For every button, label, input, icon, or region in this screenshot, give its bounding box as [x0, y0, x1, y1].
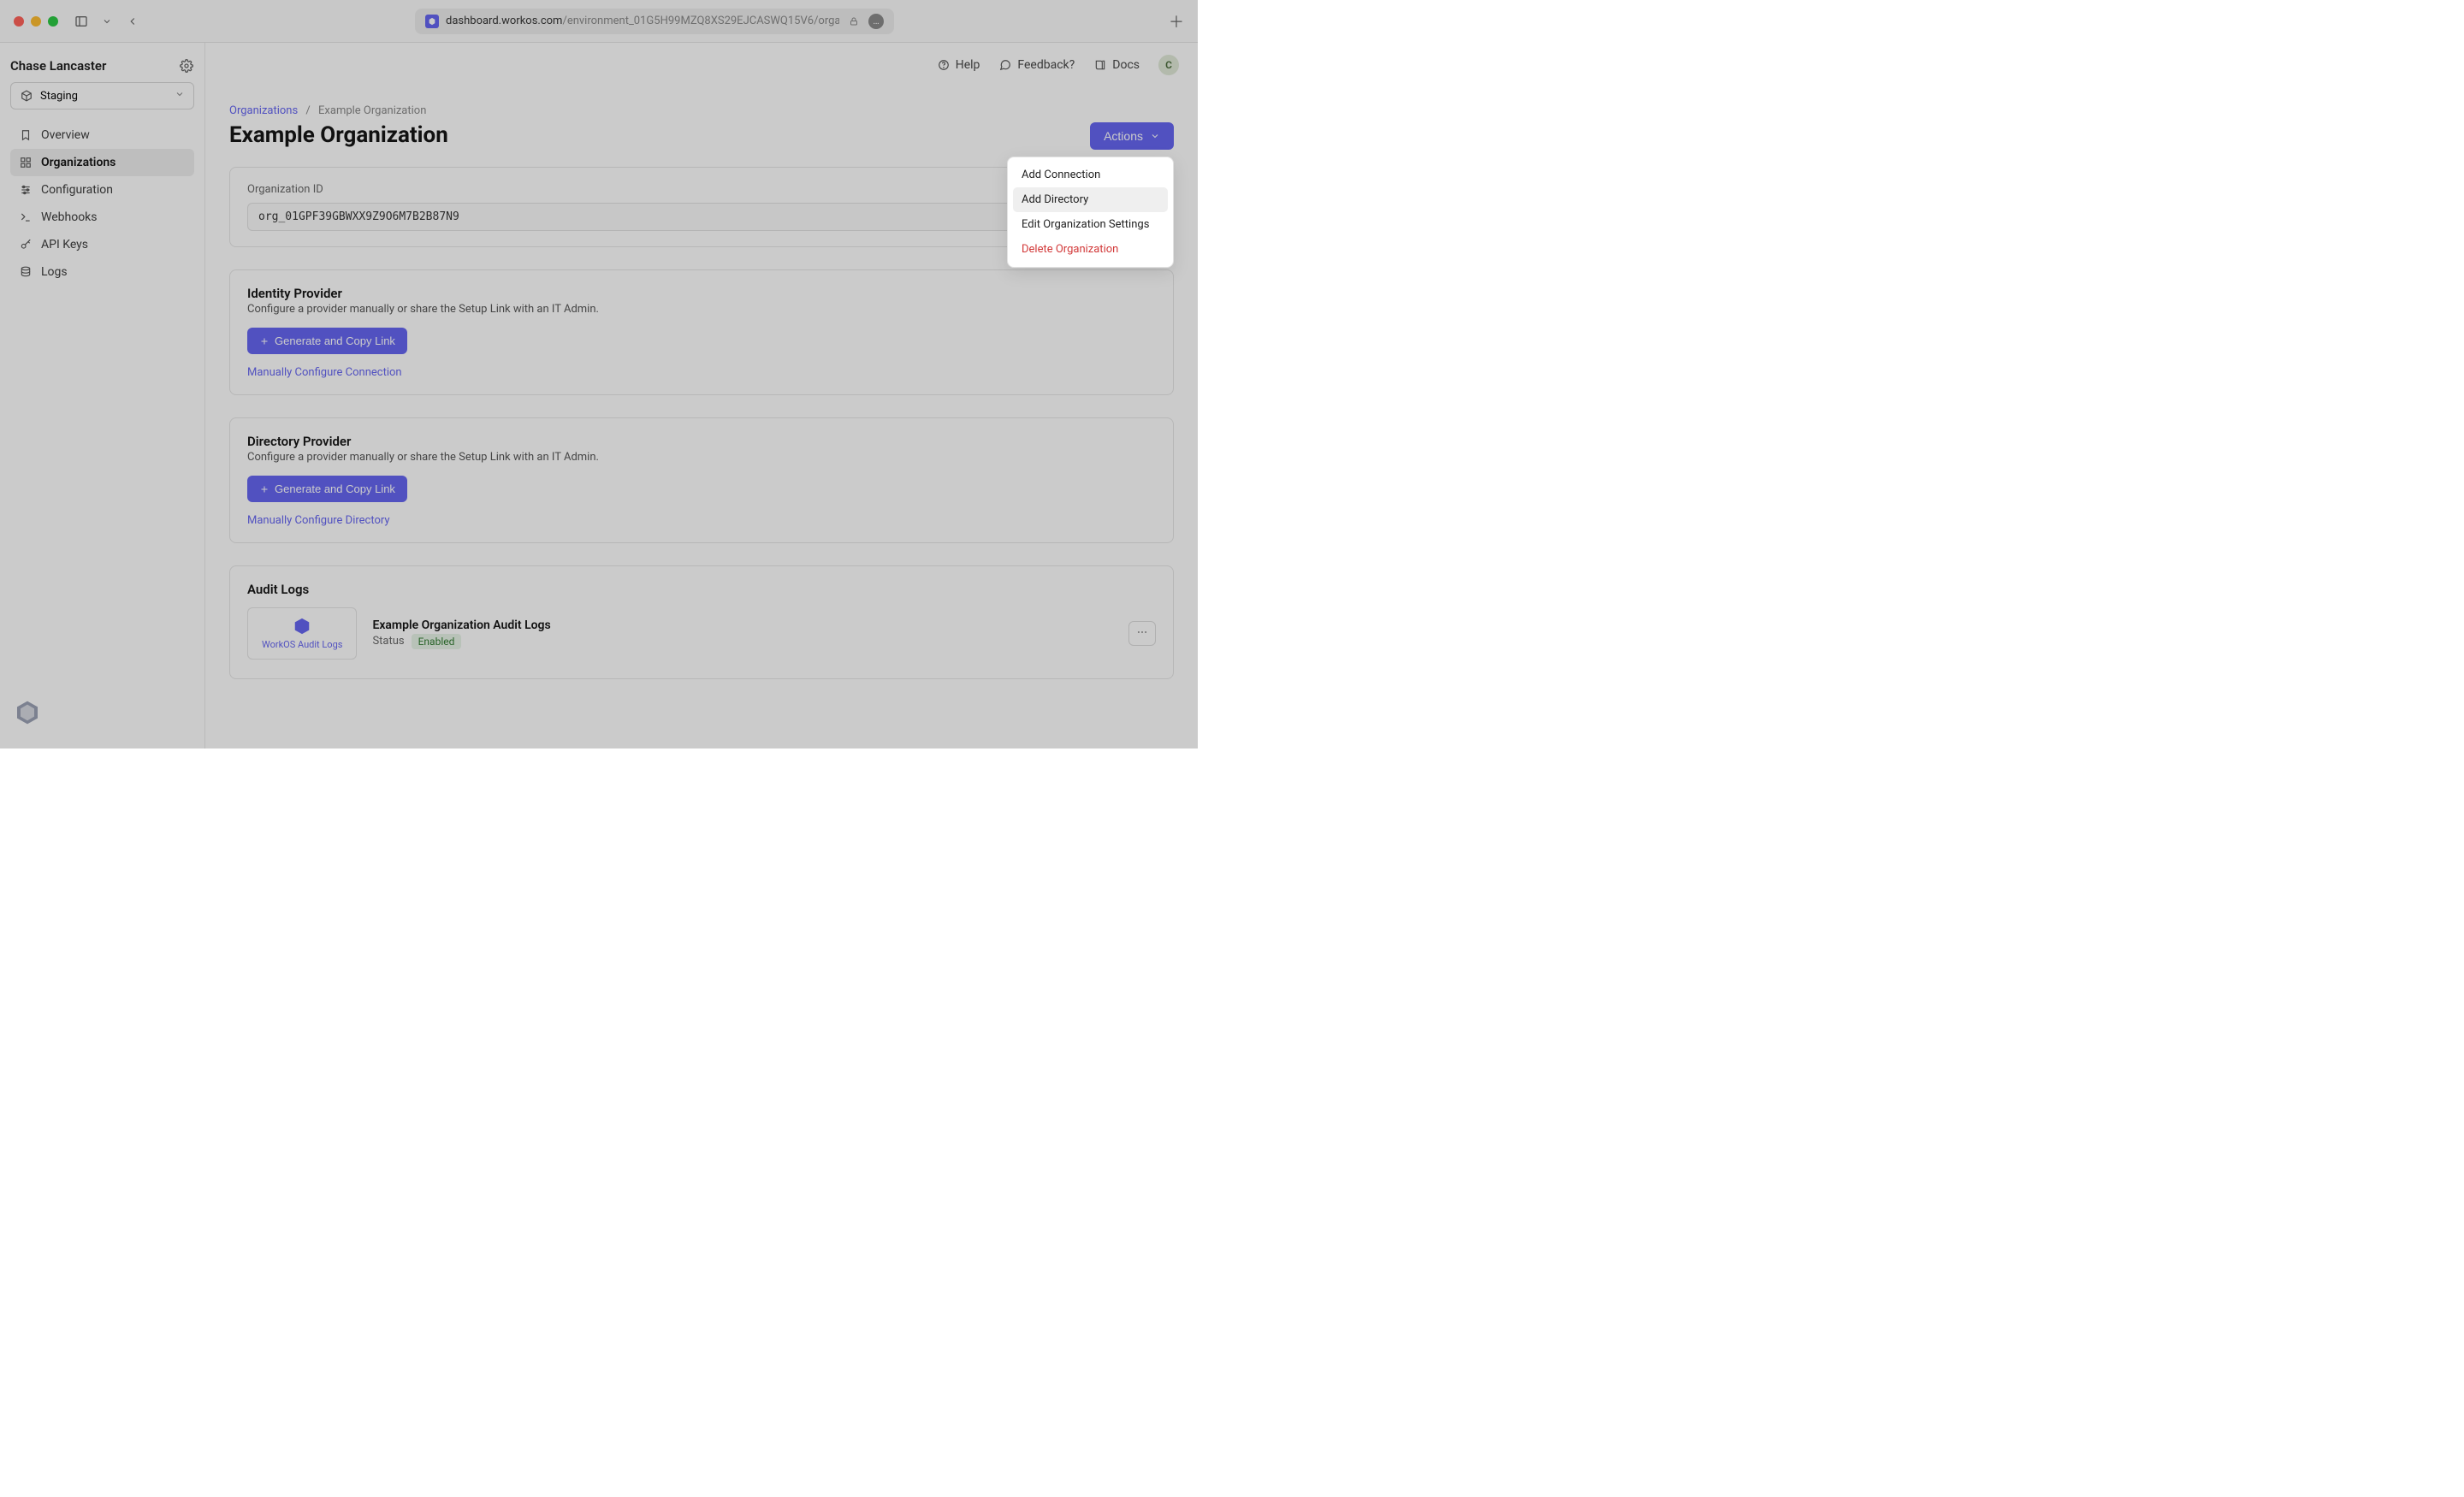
- sidebar-item-webhooks[interactable]: Webhooks: [10, 204, 194, 231]
- sidebar-item-organizations[interactable]: Organizations: [10, 149, 194, 176]
- main: Help Feedback? Docs C Organizations / Ex…: [205, 43, 1198, 748]
- database-icon: [19, 265, 33, 279]
- topbar: Help Feedback? Docs C: [205, 43, 1198, 87]
- dropdown-add-directory[interactable]: Add Directory: [1013, 187, 1168, 212]
- page-title: Example Organization: [229, 122, 448, 148]
- grid-icon: [19, 156, 33, 169]
- url-bar[interactable]: dashboard.workos.com/environment_01G5H99…: [140, 9, 1169, 34]
- audit-logs-card: Audit Logs WorkOS Audit Logs Example Org…: [229, 565, 1174, 679]
- identity-title: Identity Provider: [247, 286, 1156, 301]
- directory-generate-link-button[interactable]: Generate and Copy Link: [247, 476, 407, 502]
- chevron-down-icon: [175, 89, 185, 103]
- sidebar-item-label: API Keys: [41, 238, 88, 251]
- chevron-down-icon: [1150, 131, 1160, 141]
- more-icon[interactable]: …: [868, 14, 884, 29]
- window-close-icon[interactable]: [14, 16, 24, 27]
- plus-icon: [259, 336, 270, 346]
- audit-logo-label: WorkOS Audit Logs: [262, 639, 342, 650]
- actions-button[interactable]: Actions: [1090, 122, 1174, 150]
- environment-select[interactable]: Staging: [10, 82, 194, 109]
- terminal-icon: [19, 210, 33, 224]
- cube-icon: [20, 89, 33, 103]
- sidebar-toggle-icon[interactable]: [74, 14, 89, 29]
- site-favicon-icon: [425, 15, 439, 28]
- avatar[interactable]: C: [1158, 55, 1179, 75]
- key-icon: [19, 238, 33, 251]
- breadcrumb-current: Example Organization: [318, 104, 426, 117]
- breadcrumb-root[interactable]: Organizations: [229, 104, 298, 117]
- back-icon[interactable]: [125, 14, 140, 29]
- identity-provider-card: Identity Provider Configure a provider m…: [229, 269, 1174, 395]
- sidebar: Chase Lancaster Staging Overview Organiz…: [0, 43, 205, 748]
- audit-entity-title: Example Organization Audit Logs: [372, 618, 550, 632]
- sidebar-item-label: Organizations: [41, 156, 116, 169]
- sidebar-item-logs[interactable]: Logs: [10, 258, 194, 286]
- directory-title: Directory Provider: [247, 434, 1156, 449]
- sidebar-item-configuration[interactable]: Configuration: [10, 176, 194, 204]
- workos-logo-icon: [14, 713, 41, 730]
- window-minimize-icon[interactable]: [31, 16, 41, 27]
- status-badge: Enabled: [412, 634, 462, 649]
- chevron-down-icon[interactable]: [99, 14, 115, 29]
- identity-subtitle: Configure a provider manually or share t…: [247, 303, 1156, 316]
- directory-manual-link[interactable]: Manually Configure Directory: [247, 514, 390, 527]
- actions-dropdown: Add Connection Add Directory Edit Organi…: [1007, 157, 1174, 268]
- dropdown-add-connection[interactable]: Add Connection: [1013, 163, 1168, 187]
- sidebar-item-api-keys[interactable]: API Keys: [10, 231, 194, 258]
- help-icon: [937, 58, 951, 72]
- breadcrumb: Organizations / Example Organization: [229, 104, 1174, 117]
- lock-icon: [846, 14, 862, 29]
- bookmark-icon: [19, 128, 33, 142]
- audit-logs-title: Audit Logs: [247, 582, 1156, 597]
- plus-icon: [259, 484, 270, 494]
- audit-logo-box[interactable]: WorkOS Audit Logs: [247, 607, 357, 660]
- sidebar-item-label: Logs: [41, 265, 68, 279]
- directory-subtitle: Configure a provider manually or share t…: [247, 451, 1156, 464]
- help-link[interactable]: Help: [937, 58, 980, 72]
- dropdown-delete-org[interactable]: Delete Organization: [1013, 237, 1168, 262]
- book-icon: [1093, 58, 1107, 72]
- workos-logo-icon: [293, 617, 311, 636]
- sidebar-item-label: Overview: [41, 128, 90, 142]
- sidebar-item-overview[interactable]: Overview: [10, 121, 194, 149]
- new-tab-icon[interactable]: ＋: [1169, 10, 1184, 33]
- traffic-lights: [14, 16, 58, 27]
- sliders-icon: [19, 183, 33, 197]
- identity-generate-link-button[interactable]: Generate and Copy Link: [247, 328, 407, 354]
- gear-icon[interactable]: [179, 58, 194, 74]
- window-zoom-icon[interactable]: [48, 16, 58, 27]
- audit-status-label: Status: [372, 635, 404, 648]
- chrome-left-controls: [74, 14, 140, 29]
- docs-link[interactable]: Docs: [1093, 58, 1140, 72]
- directory-provider-card: Directory Provider Configure a provider …: [229, 417, 1174, 543]
- url-text: dashboard.workos.com/environment_01G5H99…: [446, 15, 839, 27]
- feedback-icon: [998, 58, 1012, 72]
- feedback-link[interactable]: Feedback?: [998, 58, 1075, 72]
- sidebar-item-label: Configuration: [41, 183, 113, 197]
- identity-manual-link[interactable]: Manually Configure Connection: [247, 366, 402, 379]
- kebab-menu-icon[interactable]: [1128, 621, 1156, 646]
- dropdown-edit-org-settings[interactable]: Edit Organization Settings: [1013, 212, 1168, 237]
- browser-chrome: dashboard.workos.com/environment_01G5H99…: [0, 0, 1198, 43]
- environment-label: Staging: [40, 90, 78, 103]
- sidebar-item-label: Webhooks: [41, 210, 98, 224]
- workspace-name: Chase Lancaster: [10, 58, 106, 74]
